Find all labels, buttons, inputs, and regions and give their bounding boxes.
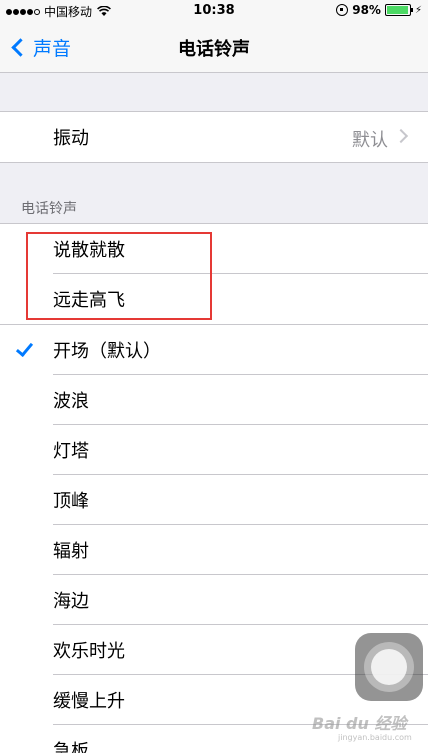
ringtone-label: 开场（默认） — [53, 341, 161, 362]
charging-bolt-icon: ⚡ — [414, 4, 422, 16]
vibration-group: 振动 默认 — [0, 111, 428, 163]
ringtone-row-2[interactable]: 波浪 — [0, 375, 428, 425]
ringtone-label: 缓慢上升 — [53, 691, 125, 712]
checkmark-icon — [15, 338, 34, 358]
ringtone-label: 波浪 — [53, 391, 89, 412]
status-bar: 中国移动 10:38 98% ⚡ — [0, 0, 428, 22]
navigation-bar: 声音 电话铃声 — [0, 22, 428, 73]
ringtone-row-6[interactable]: 海边 — [0, 575, 428, 625]
vibration-row[interactable]: 振动 默认 — [0, 112, 428, 162]
ringtone-label: 说散就散 — [53, 240, 125, 261]
status-right: 98% ⚡ — [336, 3, 422, 17]
ringtone-label: 灯塔 — [53, 441, 89, 462]
ringtone-row-5[interactable]: 辐射 — [0, 525, 428, 575]
rotation-lock-icon — [336, 4, 349, 16]
custom-ringtone-group: 说散就散 远走高飞 — [0, 223, 428, 325]
watermark: Bai du 经验 — [312, 714, 407, 733]
battery-icon — [384, 4, 413, 16]
ringtone-label: 急板 — [53, 741, 89, 753]
assistive-touch-button[interactable] — [355, 633, 423, 701]
page-title: 电话铃声 — [178, 39, 250, 60]
ringtone-row-4[interactable]: 顶峰 — [0, 475, 428, 525]
ringtone-row-3[interactable]: 灯塔 — [0, 425, 428, 475]
ringtone-row-custom-1[interactable]: 说散就散 — [0, 224, 428, 274]
ringtone-label: 海边 — [53, 591, 89, 612]
ringtone-label: 顶峰 — [53, 491, 89, 512]
assistive-touch-center-icon — [371, 649, 407, 685]
battery-percent: 98% — [352, 3, 381, 17]
ringtone-label: 辐射 — [53, 541, 89, 562]
ringtone-label: 欢乐时光 — [53, 641, 125, 662]
watermark-url: jingyan.baidu.com — [338, 733, 412, 742]
ringtone-row-1[interactable]: 开场（默认） — [0, 325, 428, 375]
ringtone-label: 远走高飞 — [53, 290, 125, 311]
chevron-right-icon — [393, 128, 409, 144]
vibration-value: 默认 — [352, 130, 388, 151]
ringtone-row-custom-2[interactable]: 远走高飞 — [0, 274, 428, 324]
section-header: 电话铃声 — [21, 201, 77, 217]
vibration-label: 振动 — [53, 128, 89, 149]
